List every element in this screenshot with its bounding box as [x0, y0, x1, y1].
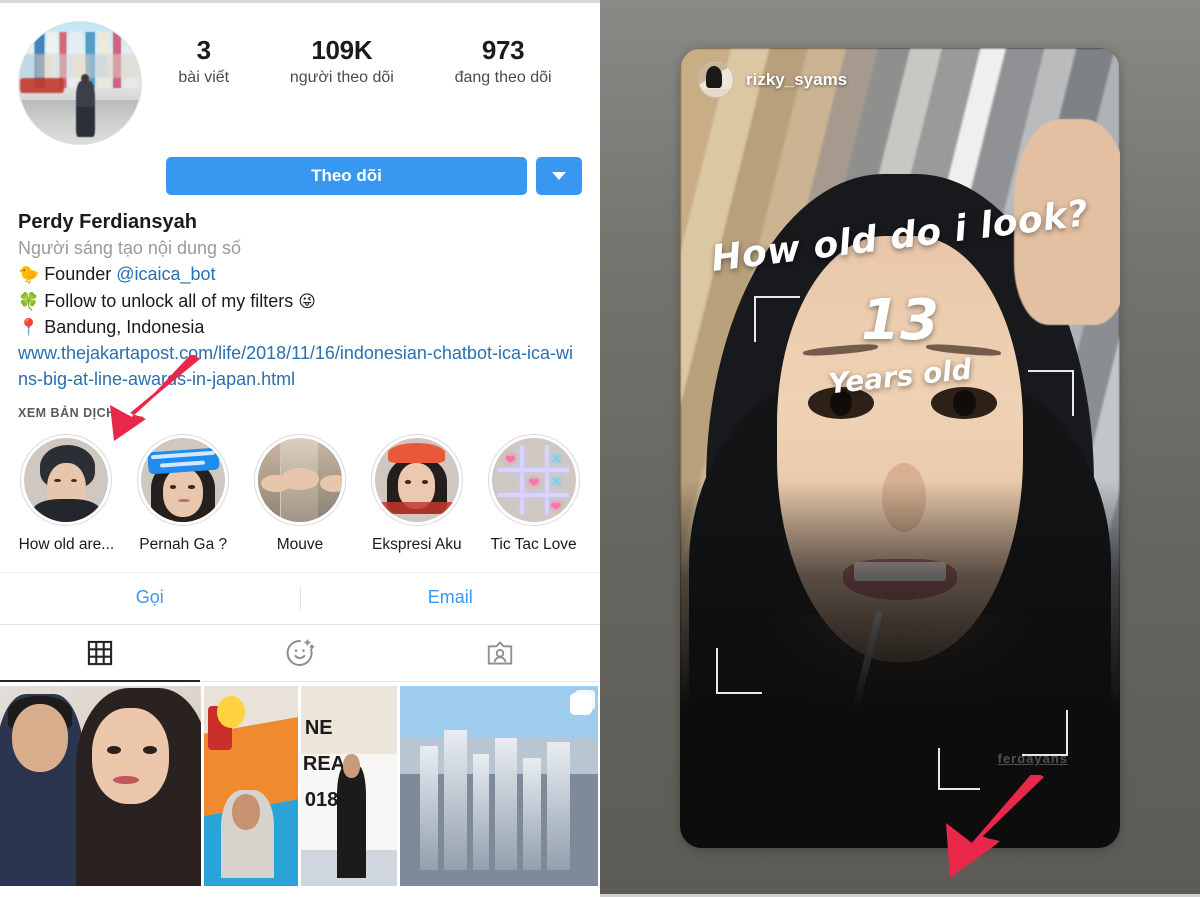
follow-button[interactable]: Theo dõi [166, 157, 527, 195]
call-button[interactable]: Gọi [0, 573, 300, 624]
profile-full-name: Perdy Ferdiansyah [18, 211, 197, 233]
bio-line-1-text: Follow to unlock all of my filters [44, 290, 299, 311]
highlight-tic-tac-love[interactable]: ❤ ✕ ❤ ✕ ❤ Tic Tac Love [475, 434, 592, 554]
posts-count: 3 [196, 35, 211, 65]
highlight-ring [253, 434, 346, 527]
girl-red-cap-thumb [374, 438, 459, 523]
clover-icon: 🍀 [18, 291, 40, 311]
highlight-ring [20, 434, 113, 527]
highlight-mouve[interactable]: Mouve [242, 434, 359, 554]
pin-icon: 📍 [18, 318, 40, 338]
highlight-label: How old are... [18, 536, 115, 554]
tab-grid[interactable] [0, 625, 200, 683]
more-options-button[interactable] [536, 157, 582, 195]
face-tracker-bracket-top-right [1028, 370, 1074, 416]
face-tracker-bracket-bottom-left [716, 648, 762, 694]
bio-line-2-text: Bandung, Indonesia [44, 317, 205, 338]
story-username[interactable]: rizky_syams [746, 70, 847, 90]
posts-label: bài viết [178, 68, 230, 86]
hijab-girl-thumb [24, 438, 109, 523]
three-panel-collage-thumb [257, 438, 342, 523]
profile-category: Người sáng tạo nội dung số [18, 238, 241, 258]
profile-avatar[interactable] [18, 21, 142, 145]
highlight-ring [370, 434, 463, 527]
story-header[interactable]: rizky_syams [698, 62, 847, 98]
tic-tac-toe-neon-thumb: ❤ ✕ ❤ ✕ ❤ [491, 438, 576, 523]
story-watermark: ferdayans [997, 751, 1068, 766]
stat-following[interactable]: 973 đang theo dõi [455, 35, 552, 88]
screenshot-root: 3 bài viết 109K người theo dõi 973 đang … [0, 0, 1200, 897]
profile-photo-grid: NE REA 018 [0, 682, 600, 887]
see-translation-link[interactable]: XEM BẢN DỊCH [18, 406, 582, 420]
post-kids-pool[interactable] [204, 686, 298, 887]
highlight-how-old-are[interactable]: How old are... [8, 434, 125, 554]
highlight-ekspresi-aku[interactable]: Ekspresi Aku [358, 434, 475, 554]
followers-count: 109K [311, 35, 373, 65]
profile-bio: Perdy Ferdiansyah Người sáng tạo nội dun… [0, 195, 600, 420]
girl-blue-sticker-thumb [141, 438, 226, 523]
post-line-creative-2018[interactable]: NE REA 018 [301, 686, 397, 887]
profile-stats: 3 bài viết 109K người theo dõi 973 đang … [142, 21, 582, 88]
avatar-red-bus [20, 78, 65, 93]
contact-buttons: Gọi Email [0, 572, 600, 624]
instagram-profile-panel: 3 bài viết 109K người theo dõi 973 đang … [0, 0, 600, 897]
tab-effects[interactable] [200, 625, 400, 681]
highlight-label: Pernah Ga ? [139, 536, 228, 554]
story-author-avatar[interactable] [698, 62, 734, 98]
chevron-down-icon [552, 172, 566, 180]
following-count: 973 [481, 35, 525, 65]
stat-followers[interactable]: 109K người theo dõi [290, 35, 394, 88]
stat-posts[interactable]: 3 bài viết [178, 35, 229, 88]
highlight-pernah-ga[interactable]: Pernah Ga ? [125, 434, 242, 554]
smiley-sparkle-icon [286, 639, 315, 667]
profile-actions: Theo dõi [0, 145, 600, 195]
profile-header: 3 bài viết 109K người theo dõi 973 đang … [0, 3, 600, 145]
grid-icon [87, 641, 113, 666]
mention-icaica-bot[interactable]: @icaica_bot [116, 264, 215, 284]
avatar-buildings-far [19, 53, 141, 79]
bio-line-founder: 🐤 Founder @icaica_bot [18, 261, 582, 288]
highlight-label: Tic Tac Love [490, 536, 577, 554]
story-card[interactable]: rizky_syams How old do i look? 13 Years … [680, 48, 1120, 848]
highlight-label: Ekspresi Aku [371, 536, 462, 554]
bio-line-0-text: Founder [44, 264, 117, 285]
wink-tongue-icon: 😜 [298, 291, 317, 311]
profile-tab-bar [0, 624, 600, 683]
highlight-ring [137, 434, 230, 527]
face-tracker-bracket-bottom-right [1022, 710, 1068, 756]
tab-tagged[interactable] [400, 625, 600, 681]
email-button[interactable]: Email [301, 573, 601, 624]
profile-website-link[interactable]: www.thejakartapost.com/life/2018/11/16/i… [18, 341, 582, 392]
bio-line-location: 📍 Bandung, Indonesia [18, 314, 582, 341]
chick-icon: 🐤 [18, 265, 40, 285]
followers-label: người theo dõi [289, 68, 394, 86]
face-tracker-bracket-top-left [754, 296, 800, 342]
avatar-person [76, 73, 95, 137]
post-couple-selfie[interactable] [0, 686, 201, 887]
highlight-label: Mouve [276, 536, 324, 554]
instagram-story-panel: rizky_syams How old do i look? 13 Years … [600, 0, 1200, 897]
following-label: đang theo dõi [454, 68, 552, 86]
post-city-skyline[interactable] [400, 686, 598, 887]
tagged-person-icon [487, 641, 513, 665]
highlight-ring: ❤ ✕ ❤ ✕ ❤ [487, 434, 580, 527]
face-tracker-bracket-bottom-center [938, 748, 980, 790]
story-highlights: How old are... Pernah Ga ? Mouve Ekspres… [0, 420, 600, 554]
bio-line-filters: 🍀 Follow to unlock all of my filters 😜 [18, 288, 582, 315]
multi-photo-icon [570, 693, 592, 716]
